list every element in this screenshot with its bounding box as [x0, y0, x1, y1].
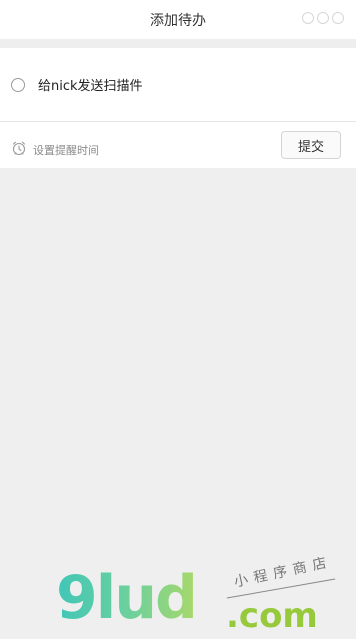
capsule-dot-icon [302, 12, 314, 24]
screen: 添加待办 给nick发送扫描件 设置提醒时间 提交 9lud 小程序商店 .co… [0, 0, 356, 639]
watermark-domain: .com [226, 596, 318, 636]
todo-text[interactable]: 给nick发送扫描件 [38, 75, 143, 94]
todo-item[interactable]: 给nick发送扫描件 [0, 48, 356, 122]
reminder-row: 设置提醒时间 提交 [0, 122, 356, 168]
section-divider [0, 39, 356, 48]
submit-button[interactable]: 提交 [281, 131, 341, 159]
todo-radio-icon[interactable] [11, 78, 25, 92]
set-reminder-time[interactable]: 设置提醒时间 [33, 142, 99, 158]
nav-bar: 添加待办 [0, 0, 356, 39]
capsule-dot-icon [317, 12, 329, 24]
capsule-dot-icon [332, 12, 344, 24]
alarm-clock-icon[interactable] [11, 140, 27, 156]
menu-capsule[interactable] [302, 12, 344, 24]
watermark-brand: 9lud [56, 563, 198, 633]
watermark-tagline: 小程序商店 [232, 554, 334, 591]
watermark-logo: 9lud 小程序商店 .com [56, 554, 346, 636]
